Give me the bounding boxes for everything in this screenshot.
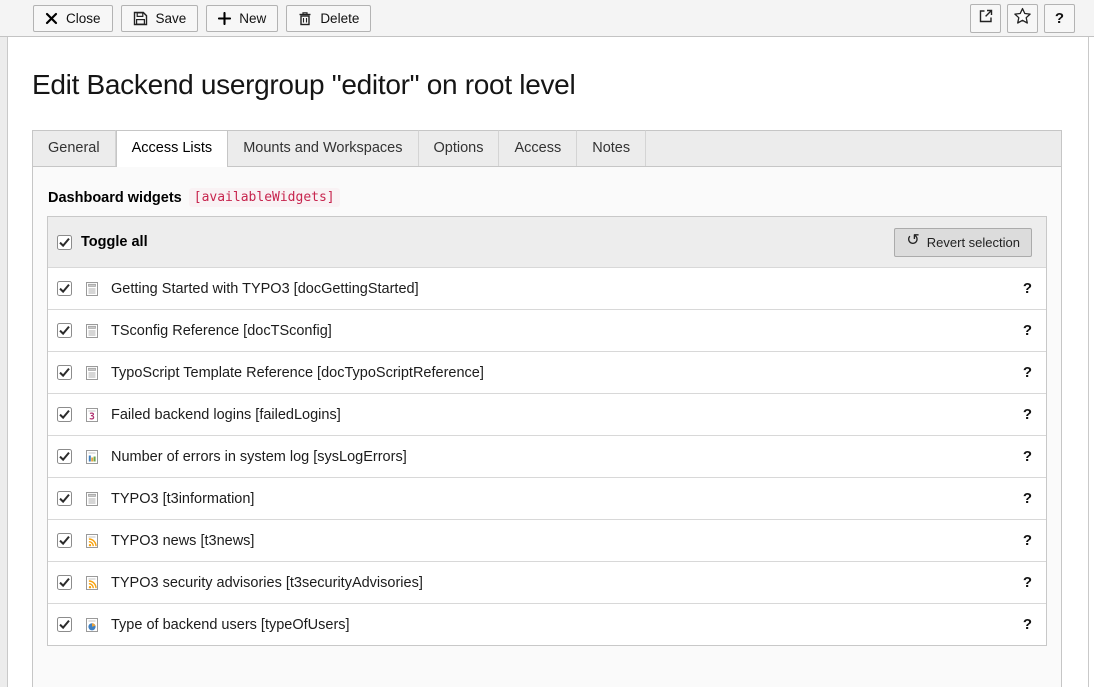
page-title: Edit Backend usergroup "editor" on root … xyxy=(32,68,1088,102)
widget-label: TYPO3 news [t3news] xyxy=(111,533,254,549)
field-code-badge: [availableWidgets] xyxy=(189,188,340,207)
dashboard-widgets-table: Toggle all ↺ Revert selection Getting St… xyxy=(47,216,1047,646)
row-checkbox[interactable] xyxy=(57,575,72,590)
tab-notes[interactable]: Notes xyxy=(577,130,646,166)
row-checkbox[interactable] xyxy=(57,281,72,296)
field-label-text: Dashboard widgets xyxy=(48,190,182,206)
widget-label: Failed backend logins [failedLogins] xyxy=(111,407,341,423)
pie-widget-icon xyxy=(84,617,100,633)
table-row: TSconfig Reference [docTSconfig] ? xyxy=(48,309,1046,351)
row-help-button[interactable]: ? xyxy=(1023,364,1032,381)
widget-label: TYPO3 [t3information] xyxy=(111,491,254,507)
widget-label: TypoScript Template Reference [docTypoSc… xyxy=(111,365,484,381)
table-row: TYPO3 news [t3news] ? xyxy=(48,519,1046,561)
widget-label: TSconfig Reference [docTSconfig] xyxy=(111,323,332,339)
revert-selection-label: Revert selection xyxy=(927,235,1020,250)
barchart-widget-icon xyxy=(84,449,100,465)
row-checkbox[interactable] xyxy=(57,323,72,338)
tab-mounts-and-workspaces[interactable]: Mounts and Workspaces xyxy=(228,130,418,166)
module-body: Edit Backend usergroup "editor" on root … xyxy=(7,37,1089,687)
bookmark-star-icon xyxy=(1013,7,1032,29)
row-checkbox[interactable] xyxy=(57,491,72,506)
new-button-label: New xyxy=(239,11,266,26)
row-help-button[interactable]: ? xyxy=(1023,616,1032,633)
widget-label: TYPO3 security advisories [t3securityAdv… xyxy=(111,575,423,591)
revert-icon: ↺ xyxy=(906,233,919,249)
field-label: Dashboard widgets [availableWidgets] xyxy=(48,188,1047,207)
table-body: Getting Started with TYPO3 [docGettingSt… xyxy=(48,267,1046,645)
revert-selection-button[interactable]: ↺ Revert selection xyxy=(894,228,1032,257)
table-row: Type of backend users [typeOfUsers] ? xyxy=(48,603,1046,645)
tab-strip: GeneralAccess ListsMounts and Workspaces… xyxy=(32,130,1062,166)
tab-access-lists[interactable]: Access Lists xyxy=(116,130,229,167)
tab-strip-filler xyxy=(646,130,1062,166)
table-row: TYPO3 security advisories [t3securityAdv… xyxy=(48,561,1046,603)
number-widget-icon: 3 xyxy=(84,407,100,423)
table-row: Number of errors in system log [sysLogEr… xyxy=(48,435,1046,477)
widget-label: Type of backend users [typeOfUsers] xyxy=(111,617,350,633)
docheader-right-buttons: ? xyxy=(970,4,1075,33)
table-row: TypoScript Template Reference [docTypoSc… xyxy=(48,351,1046,393)
row-checkbox[interactable] xyxy=(57,617,72,632)
save-button-label: Save xyxy=(156,11,187,26)
help-icon: ? xyxy=(1055,10,1064,27)
new-button[interactable]: New xyxy=(206,5,278,32)
row-help-button[interactable]: ? xyxy=(1023,322,1032,339)
close-button[interactable]: Close xyxy=(33,5,113,32)
tab-panel-access-lists: Dashboard widgets [availableWidgets] Tog… xyxy=(32,166,1062,687)
row-help-button[interactable]: ? xyxy=(1023,532,1032,549)
tab-options[interactable]: Options xyxy=(419,130,500,166)
toggle-all-checkbox[interactable] xyxy=(57,235,72,250)
widget-label: Number of errors in system log [sysLogEr… xyxy=(111,449,407,465)
row-checkbox[interactable] xyxy=(57,533,72,548)
row-checkbox[interactable] xyxy=(57,365,72,380)
document-widget-icon xyxy=(84,323,100,339)
row-help-button[interactable]: ? xyxy=(1023,280,1032,297)
document-widget-icon xyxy=(84,491,100,507)
row-help-button[interactable]: ? xyxy=(1023,490,1032,507)
document-widget-icon xyxy=(84,281,100,297)
table-header-row: Toggle all ↺ Revert selection xyxy=(48,217,1046,267)
svg-text:3: 3 xyxy=(89,411,95,422)
table-row: TYPO3 [t3information] ? xyxy=(48,477,1046,519)
right-gutter xyxy=(1089,37,1094,687)
table-row: Getting Started with TYPO3 [docGettingSt… xyxy=(48,267,1046,309)
document-widget-icon xyxy=(84,365,100,381)
save-button[interactable]: Save xyxy=(121,5,199,32)
delete-button-label: Delete xyxy=(320,11,359,26)
row-help-button[interactable]: ? xyxy=(1023,448,1032,465)
widget-label: Getting Started with TYPO3 [docGettingSt… xyxy=(111,281,419,297)
rss-widget-icon xyxy=(84,533,100,549)
bookmark-button[interactable] xyxy=(1007,4,1038,33)
open-in-new-window-button[interactable] xyxy=(970,4,1001,33)
close-icon xyxy=(45,12,58,25)
delete-button[interactable]: Delete xyxy=(286,5,371,32)
toggle-all-label: Toggle all xyxy=(81,234,148,250)
row-help-button[interactable]: ? xyxy=(1023,406,1032,423)
tab-general[interactable]: General xyxy=(32,130,116,166)
row-checkbox[interactable] xyxy=(57,407,72,422)
trash-icon xyxy=(298,11,312,26)
row-help-button[interactable]: ? xyxy=(1023,574,1032,591)
form-tabs: GeneralAccess ListsMounts and Workspaces… xyxy=(32,130,1062,687)
table-row: 3 Failed backend logins [failedLogins] ? xyxy=(48,393,1046,435)
docheader-toolbar: Close Save New Delete ? xyxy=(0,0,1094,37)
open-in-new-window-icon xyxy=(978,8,994,28)
plus-icon xyxy=(218,12,231,25)
save-icon xyxy=(133,11,148,26)
close-button-label: Close xyxy=(66,11,101,26)
row-checkbox[interactable] xyxy=(57,449,72,464)
tab-access[interactable]: Access xyxy=(499,130,577,166)
rss-widget-icon xyxy=(84,575,100,591)
help-button[interactable]: ? xyxy=(1044,4,1075,33)
